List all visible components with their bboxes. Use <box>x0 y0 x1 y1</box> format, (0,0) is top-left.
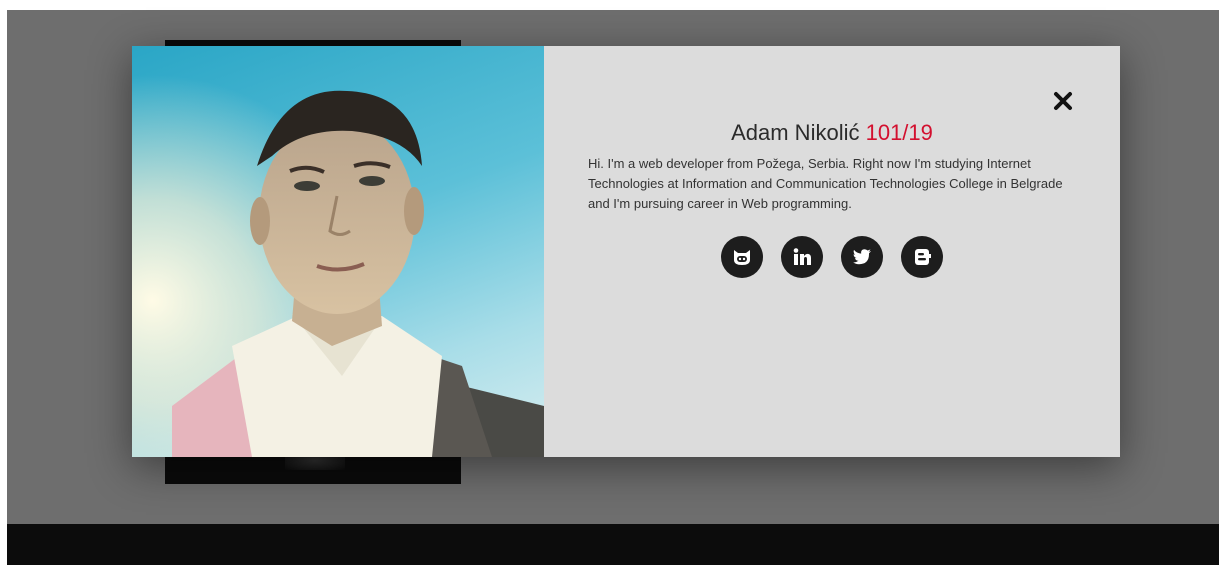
profile-modal: Adam Nikolić 101/19 Hi. I'm a web develo… <box>132 46 1120 457</box>
page: Adam Nikolić 101/19 Hi. I'm a web develo… <box>0 0 1219 565</box>
github-icon <box>731 246 753 268</box>
blogger-link[interactable] <box>901 236 943 278</box>
profile-photo <box>132 46 544 457</box>
close-icon[interactable] <box>1052 90 1074 112</box>
twitter-icon <box>851 246 873 268</box>
social-links <box>544 236 1120 278</box>
profile-info-panel: Adam Nikolić 101/19 Hi. I'm a web develo… <box>544 46 1120 457</box>
blogger-icon <box>911 246 933 268</box>
linkedin-icon <box>791 246 813 268</box>
profile-heading: Adam Nikolić 101/19 <box>544 120 1120 146</box>
profile-index: 101/19 <box>865 120 933 145</box>
twitter-link[interactable] <box>841 236 883 278</box>
profile-bio: Hi. I'm a web developer from Požega, Ser… <box>588 156 1063 211</box>
github-link[interactable] <box>721 236 763 278</box>
linkedin-link[interactable] <box>781 236 823 278</box>
profile-name: Adam Nikolić <box>731 120 860 145</box>
page-footer <box>7 524 1219 565</box>
